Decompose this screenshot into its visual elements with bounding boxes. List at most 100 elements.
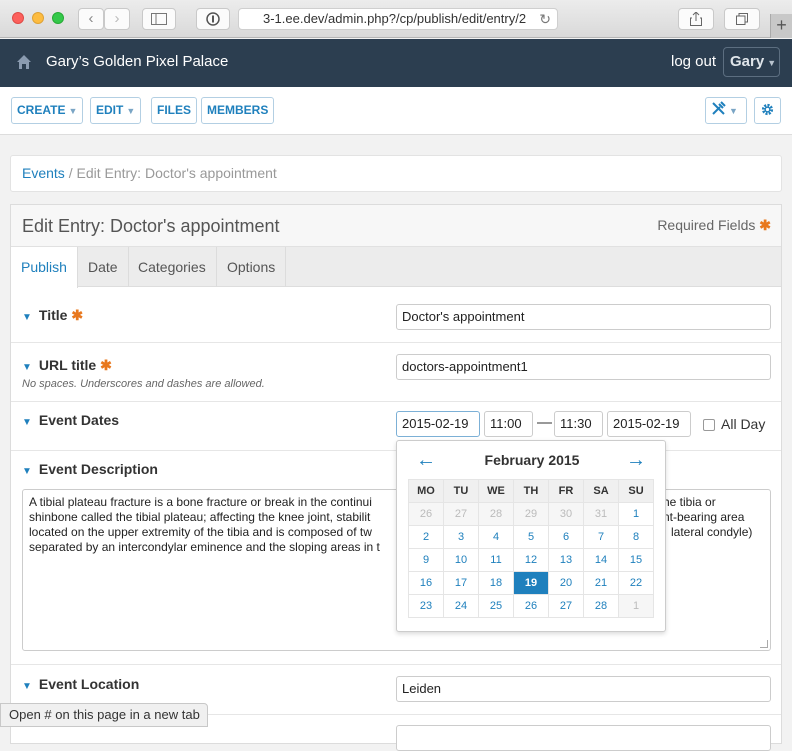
reload-icon[interactable]: ↻	[539, 9, 551, 29]
forward-button[interactable]: ›	[104, 8, 130, 30]
home-icon[interactable]	[16, 54, 32, 70]
calendar-day[interactable]: 3	[443, 525, 479, 549]
calendar-day[interactable]: 25	[478, 594, 514, 618]
logout-link[interactable]: log out	[671, 53, 716, 70]
tabs-overview-button[interactable]	[724, 8, 760, 30]
new-tab-button[interactable]: +	[770, 14, 792, 38]
user-name: Gary	[730, 53, 765, 70]
calendar-day: 29	[513, 502, 549, 526]
members-label: MEMBERS	[207, 103, 269, 117]
start-date-input[interactable]: 2015-02-19	[396, 411, 480, 437]
calendar-day[interactable]: 1	[618, 502, 654, 526]
all-day-checkbox[interactable]	[703, 419, 715, 431]
required-fields-label: Required Fields	[657, 217, 756, 233]
developer-tools-button[interactable]: ▼	[705, 97, 747, 124]
end-date-input[interactable]: 2015-02-19	[607, 411, 691, 437]
calendar-body: 26 27 28 29 30 31 1 2 3 4 5 6 7 8 9 10 11 12 13 14 15 16 17 18 1…	[408, 502, 654, 618]
calendar-week: 16 17 18 19 20 21 22	[408, 571, 654, 595]
tab-publish[interactable]: Publish	[11, 247, 78, 288]
required-asterisk-icon: ✱	[759, 217, 771, 233]
calendar-day[interactable]: 15	[618, 548, 654, 572]
sidebar-button[interactable]	[142, 8, 176, 30]
settings-button[interactable]	[754, 97, 781, 124]
breadcrumb-events-link[interactable]: Events	[22, 165, 65, 181]
calendar-day[interactable]: 14	[583, 548, 619, 572]
event-description-label[interactable]: ▼ Event Description	[22, 461, 158, 477]
tab-options[interactable]: Options	[217, 247, 287, 287]
files-button[interactable]: FILES	[151, 97, 198, 124]
calendar-day[interactable]: 18	[478, 571, 514, 595]
event-location-input[interactable]: Leiden	[396, 676, 771, 702]
calendar-day[interactable]: 26	[513, 594, 549, 618]
calendar-day[interactable]: 5	[513, 525, 549, 549]
date-range-separator: —	[537, 414, 552, 431]
calendar-day[interactable]: 22	[618, 571, 654, 595]
minimize-window-button[interactable]	[32, 12, 44, 24]
chevron-down-icon[interactable]: ▼	[22, 681, 32, 692]
tab-categories[interactable]: Categories	[128, 247, 217, 287]
weekday-header: MO	[408, 479, 444, 503]
calendar-day[interactable]: 2	[408, 525, 444, 549]
all-day-label[interactable]: All Day	[721, 416, 765, 432]
back-icon: ‹	[88, 10, 94, 27]
calendar-day[interactable]: 9	[408, 548, 444, 572]
tab-date[interactable]: Date	[78, 247, 129, 287]
start-time-input[interactable]: 11:00	[484, 411, 533, 437]
zoom-window-button[interactable]	[52, 12, 64, 24]
privacy-report-button[interactable]	[196, 8, 230, 30]
page-title: Edit Entry: Doctor's appointment	[22, 216, 280, 236]
calendar-day: 30	[548, 502, 584, 526]
members-button[interactable]: MEMBERS	[201, 97, 275, 124]
end-time-input[interactable]: 11:30	[554, 411, 603, 437]
url-title-label[interactable]: ▼ URL title ✱	[22, 357, 112, 374]
chevron-down-icon[interactable]: ▼	[22, 362, 32, 373]
calendar-day: 31	[583, 502, 619, 526]
calendar-day[interactable]: 17	[443, 571, 479, 595]
calendar-week: 23 24 25 26 27 28 1	[408, 594, 654, 618]
address-bar[interactable]: 3-1.ee.dev/admin.php?/cp/publish/edit/en…	[238, 8, 558, 30]
url-text: 3-1.ee.dev/admin.php?/cp/publish/edit/en…	[263, 11, 527, 26]
title-input[interactable]: Doctor's appointment	[396, 304, 771, 330]
next-field-input[interactable]	[396, 725, 771, 751]
calendar-day[interactable]: 19	[513, 571, 549, 595]
site-name-link[interactable]: Gary’s Golden Pixel Palace	[46, 53, 228, 70]
required-asterisk-icon: ✱	[100, 357, 112, 373]
calendar-day[interactable]: 16	[408, 571, 444, 595]
chevron-down-icon[interactable]: ▼	[22, 312, 32, 323]
edit-menu-button[interactable]: EDIT ▼	[90, 97, 142, 124]
calendar-day[interactable]: 4	[478, 525, 514, 549]
title-label[interactable]: ▼ Title ✱	[22, 307, 83, 324]
weekday-header: SU	[618, 479, 654, 503]
status-bar-tooltip: Open # on this page in a new tab	[0, 703, 208, 727]
calendar-day[interactable]: 11	[478, 548, 514, 572]
calendar-day[interactable]: 10	[443, 548, 479, 572]
event-location-label[interactable]: ▼ Event Location	[22, 676, 139, 692]
calendar-day[interactable]: 27	[548, 594, 584, 618]
calendar-day[interactable]: 23	[408, 594, 444, 618]
resize-handle[interactable]	[760, 640, 768, 648]
site-header: Gary’s Golden Pixel Palace log out Gary ▼	[0, 39, 792, 87]
share-button[interactable]	[678, 8, 714, 30]
calendar-day[interactable]: 12	[513, 548, 549, 572]
calendar-day[interactable]: 21	[583, 571, 619, 595]
calendar-day: 28	[478, 502, 514, 526]
close-window-button[interactable]	[12, 12, 24, 24]
calendar-day[interactable]: 24	[443, 594, 479, 618]
calendar-day[interactable]: 13	[548, 548, 584, 572]
description-fragment: he tibia or	[663, 495, 716, 509]
back-button[interactable]: ‹	[78, 8, 104, 30]
calendar-day[interactable]: 7	[583, 525, 619, 549]
calendar-day[interactable]: 20	[548, 571, 584, 595]
calendar-day[interactable]: 28	[583, 594, 619, 618]
calendar-day[interactable]: 8	[618, 525, 654, 549]
url-title-input[interactable]: doctors-appointment1	[396, 354, 771, 380]
chevron-down-icon: ▼	[126, 106, 136, 116]
edit-label: EDIT	[96, 103, 124, 117]
create-menu-button[interactable]: CREATE ▼	[11, 97, 84, 124]
chevron-down-icon[interactable]: ▼	[22, 466, 32, 477]
calendar-day[interactable]: 6	[548, 525, 584, 549]
chevron-down-icon[interactable]: ▼	[22, 417, 32, 428]
event-dates-label[interactable]: ▼ Event Dates	[22, 412, 119, 428]
user-menu-button[interactable]: Gary ▼	[723, 47, 780, 77]
next-month-arrow-icon[interactable]: →	[626, 449, 646, 472]
